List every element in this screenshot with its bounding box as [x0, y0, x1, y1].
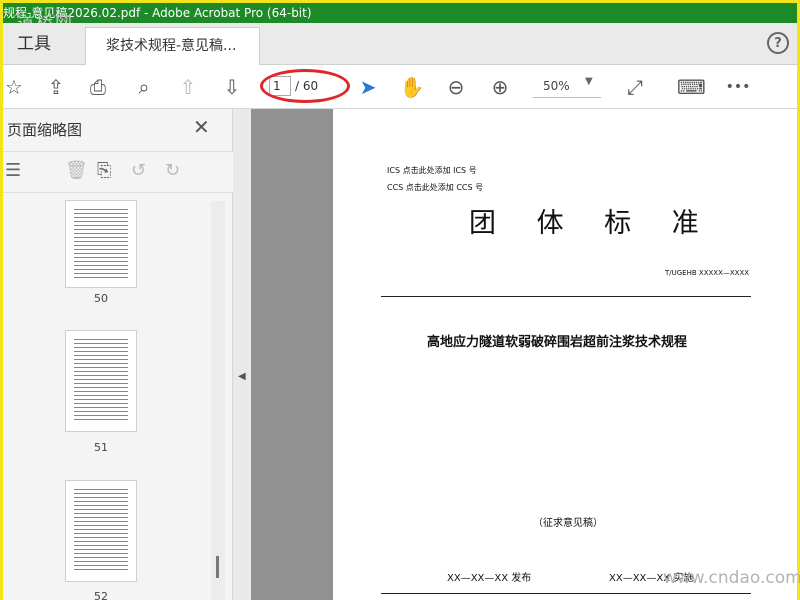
- close-icon[interactable]: ✕: [193, 115, 210, 139]
- select-tool-icon[interactable]: ➤: [357, 73, 379, 101]
- more-icon[interactable]: •••: [723, 73, 753, 101]
- panel-collapse-strip[interactable]: ◀: [233, 109, 251, 600]
- rotate-right-icon[interactable]: ↻: [165, 160, 180, 181]
- next-page-icon[interactable]: ⇩: [219, 73, 245, 101]
- thumbnail-toolbar: ☰ 🗑 ⎘ ↺ ↻: [3, 151, 233, 193]
- tab-bar: 工具 浆技术规程-意见稿... ?: [3, 23, 797, 65]
- draft-label: （征求意见稿）: [533, 518, 603, 529]
- ics-line: ICS 点击此处添加 ICS 号: [387, 166, 477, 175]
- window-title: 规程-意见稿2026.02.pdf - Adobe Acrobat Pro (6…: [3, 3, 797, 23]
- standard-number: T/UGEHB XXXXX—XXXX: [665, 269, 750, 277]
- print-icon[interactable]: ⎙: [85, 73, 111, 101]
- zoom-search-icon[interactable]: ⌕: [131, 73, 157, 101]
- thumbnail-options-icon[interactable]: ☰: [5, 160, 21, 181]
- panel-title: 页面缩略图: [7, 121, 83, 139]
- tab-document[interactable]: 浆技术规程-意见稿...: [85, 27, 260, 65]
- thumbnail-list: 50 51 52: [3, 194, 211, 600]
- insert-page-icon[interactable]: ⎘: [97, 160, 111, 181]
- page-thumbnail[interactable]: [65, 200, 137, 288]
- keyboard-icon[interactable]: ⌨: [677, 73, 706, 101]
- zoom-out-icon[interactable]: ⊖: [443, 73, 469, 101]
- site-watermark: www.cndao.com: [663, 568, 800, 588]
- pdf-page: ICS 点击此处添加 ICS 号 CCS 点击此处添加 CCS 号 团 体 标 …: [333, 109, 797, 600]
- issue-date: XX—XX—XX 发布: [447, 573, 532, 584]
- star-icon[interactable]: ☆: [3, 73, 25, 101]
- main-toolbar: ☆ ⇪ ⎙ ⌕ ⇧ ⇩ 1 / 60 ➤ ✋ ⊖ ⊕ 50% ▼ ⤢ ⌨ •••: [3, 65, 797, 109]
- thumbnail-label: 51: [94, 441, 108, 454]
- thumbnail-label: 50: [94, 292, 108, 305]
- hand-tool-icon[interactable]: ✋: [399, 73, 425, 101]
- help-icon[interactable]: ?: [767, 32, 789, 54]
- rotate-left-icon[interactable]: ↺: [131, 160, 146, 181]
- fit-page-icon[interactable]: ⤢: [621, 73, 649, 101]
- thumbnail-scrollbar[interactable]: [211, 201, 225, 600]
- divider: [381, 296, 751, 297]
- page-thumbnail[interactable]: [65, 330, 137, 432]
- page-thumbnail[interactable]: [65, 480, 137, 582]
- divider: [381, 593, 751, 594]
- thumbnail-panel: 页面缩略图 ✕ ☰ 🗑 ⎘ ↺ ↻ 50 51 52: [3, 109, 233, 600]
- tab-tools[interactable]: 工具: [3, 23, 83, 65]
- standard-type-title: 团 体 标 准: [469, 208, 715, 239]
- cloud-upload-icon[interactable]: ⇪: [43, 73, 69, 101]
- document-name: 高地应力隧道软弱破碎围岩超前注浆技术规程: [427, 335, 688, 350]
- trash-icon[interactable]: 🗑: [65, 160, 88, 181]
- document-canvas[interactable]: ICS 点击此处添加 ICS 号 CCS 点击此处添加 CCS 号 团 体 标 …: [251, 109, 797, 600]
- chevron-down-icon[interactable]: ▼: [585, 76, 593, 87]
- thumbnail-label: 52: [94, 590, 108, 600]
- ccs-line: CCS 点击此处添加 CCS 号: [387, 183, 484, 192]
- zoom-in-icon[interactable]: ⊕: [487, 73, 513, 101]
- highlight-oval: [260, 69, 350, 103]
- scroll-thumb[interactable]: [216, 556, 219, 578]
- prev-page-icon[interactable]: ⇧: [175, 73, 201, 101]
- collapse-icon[interactable]: ◀: [238, 371, 246, 382]
